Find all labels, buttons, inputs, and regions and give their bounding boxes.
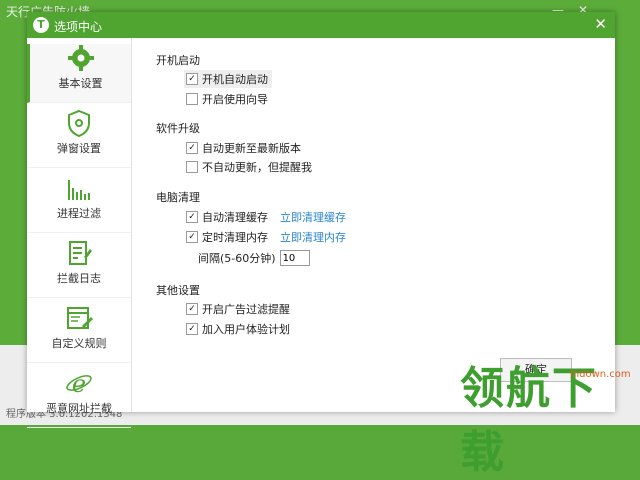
interval-input[interactable] <box>279 250 310 266</box>
auto-start-checkbox[interactable]: ✓ 开机自动启动 <box>184 70 272 88</box>
dialog-title: 选项中心 <box>54 20 103 34</box>
option-label: 开机自动启动 <box>202 73 268 86</box>
sidebar-item-label: 进程过滤 <box>57 207 101 220</box>
gear-icon <box>67 45 94 71</box>
shield-icon <box>68 109 90 137</box>
log-icon <box>69 241 92 265</box>
auto-update-checkbox[interactable]: ✓ 自动更新至最新版本 <box>186 140 301 156</box>
option-label: 自动更新至最新版本 <box>202 142 301 155</box>
sidebar-item-process-filter[interactable]: 进程过滤 <box>27 174 131 233</box>
check-icon: ✓ <box>186 142 198 154</box>
sidebar-item-label: 基本设置 <box>58 77 103 90</box>
interval-row: 间隔(5-60分钟) <box>198 250 310 266</box>
svg-text:e: e <box>72 370 86 397</box>
section-title-cleanup: 电脑清理 <box>156 191 200 204</box>
sidebar-item-label: 弹窗设置 <box>57 142 101 155</box>
section-title-other: 其他设置 <box>156 284 200 297</box>
option-label: 自动清理缓存 <box>202 211 268 224</box>
sidebar-item-popup-settings[interactable]: 弹窗设置 <box>27 109 131 168</box>
ux-plan-checkbox[interactable]: ✓ 加入用户体验计划 <box>186 321 290 337</box>
check-icon: ✓ <box>186 231 198 243</box>
sidebar: 基本设置 弹窗设置 进程过滤 拦截日志 自定义规则 e 恶意网址拦截 <box>27 38 132 428</box>
dialog-titlebar: T 选项中心 ✕ <box>27 12 615 38</box>
timed-clean-memory-checkbox[interactable]: ✓ 定时清理内存 立即清理内存 <box>186 229 346 245</box>
interval-label: 间隔(5-60分钟) <box>198 252 276 265</box>
ad-filter-reminder-checkbox[interactable]: ✓ 开启广告过滤提醒 <box>186 301 290 317</box>
section-title-startup: 开机启动 <box>156 54 200 67</box>
section-title-upgrade: 软件升级 <box>156 122 200 135</box>
ie-icon: e <box>66 370 92 397</box>
bar-chart-icon <box>68 180 90 200</box>
option-label: 开启广告过滤提醒 <box>202 303 290 316</box>
watermark-url: lhdown.com <box>570 369 631 380</box>
sidebar-item-label: 自定义规则 <box>51 337 107 350</box>
option-label: 不自动更新，但提醒我 <box>202 161 312 174</box>
dialog-close-button[interactable]: ✕ <box>594 15 607 33</box>
unchecked-box-icon <box>186 161 198 173</box>
check-icon: ✓ <box>186 323 198 335</box>
rule-icon <box>67 307 93 329</box>
auto-clean-cache-checkbox[interactable]: ✓ 自动清理缓存 立即清理缓存 <box>186 209 346 225</box>
option-label: 定时清理内存 <box>202 231 268 244</box>
check-icon: ✓ <box>186 211 198 223</box>
clean-cache-now-link[interactable]: 立即清理缓存 <box>280 209 346 225</box>
sidebar-item-label: 恶意网址拦截 <box>46 402 112 415</box>
check-icon: ✓ <box>186 303 198 315</box>
wizard-checkbox[interactable]: 开启使用向导 <box>186 91 268 107</box>
sidebar-item-label: 拦截日志 <box>57 272 101 285</box>
sidebar-item-malicious-url[interactable]: e 恶意网址拦截 <box>27 369 131 428</box>
no-auto-update-checkbox[interactable]: 不自动更新，但提醒我 <box>186 159 312 175</box>
app-logo-icon: T <box>33 17 49 33</box>
clean-memory-now-link[interactable]: 立即清理内存 <box>280 229 346 245</box>
sidebar-item-custom-rules[interactable]: 自定义规则 <box>27 304 131 363</box>
unchecked-box-icon <box>186 93 198 105</box>
sidebar-item-block-log[interactable]: 拦截日志 <box>27 239 131 298</box>
option-label: 开启使用向导 <box>202 93 268 106</box>
check-icon: ✓ <box>186 73 198 85</box>
option-label: 加入用户体验计划 <box>202 323 290 336</box>
sidebar-item-basic-settings[interactable]: 基本设置 <box>27 44 131 103</box>
